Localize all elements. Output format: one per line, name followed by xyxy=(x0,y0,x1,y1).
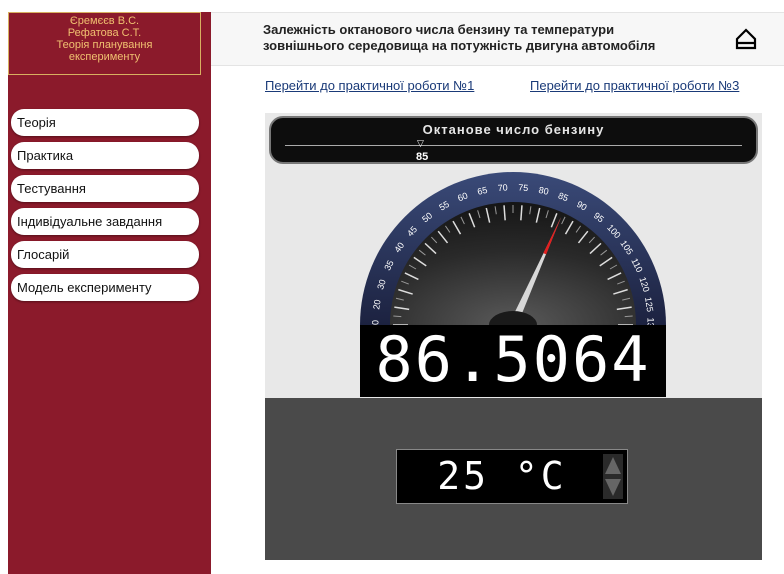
gauge-area: 1020303540455055606570758085909510010511… xyxy=(265,113,762,398)
gauge-tick-label: 20 xyxy=(371,299,382,310)
page-title: Залежність октанового числа бензину та т… xyxy=(263,22,655,54)
author-info: Єремєєв В.С. Рефатова С.Т. Теорія планув… xyxy=(8,12,201,75)
octane-slider-value: 85 xyxy=(416,151,429,163)
octane-slider[interactable]: Октанове число бензину ▽ 85 xyxy=(269,116,758,164)
gauge-tick-label: 70 xyxy=(497,182,508,193)
temperature-value: 25 °C xyxy=(437,454,567,498)
chevron-up-icon xyxy=(605,457,621,474)
sidebar-nav: Теорія Практика Тестування Індивідуальне… xyxy=(11,109,199,307)
power-display-value: 86.5064 xyxy=(375,323,651,396)
octane-slider-title: Октанове число бензину xyxy=(422,122,605,137)
power-display: 86.5064 xyxy=(360,323,666,397)
sidebar-item-theory[interactable]: Теорія xyxy=(11,109,199,136)
gauge-minor-tick xyxy=(624,315,633,318)
home-icon[interactable] xyxy=(734,27,758,51)
author-line-3: Теорія планування xyxy=(56,39,153,51)
link-practical-1[interactable]: Перейти до практичної роботи №1 xyxy=(265,78,474,93)
sidebar-item-individual-task[interactable]: Індивідуальне завдання xyxy=(11,208,199,235)
temperature-area: 25 °C xyxy=(265,398,762,560)
octane-slider-track[interactable] xyxy=(285,145,742,146)
sidebar-item-practice[interactable]: Практика xyxy=(11,142,199,169)
gauge-minor-tick xyxy=(393,315,402,318)
experiment-panel: 1020303540455055606570758085909510010511… xyxy=(265,113,762,560)
gauge-tick-label: 75 xyxy=(518,182,529,193)
author-line-2: Рефатова С.Т. xyxy=(67,27,142,39)
temperature-stepper[interactable]: 25 °C xyxy=(396,449,628,504)
author-line-4: експерименту xyxy=(68,51,141,63)
sidebar-item-experiment-model[interactable]: Модель експерименту xyxy=(11,274,199,301)
page-title-line-2: зовнішнього середовища на потужність дви… xyxy=(263,38,656,53)
temperature-stepper-buttons[interactable] xyxy=(603,454,623,499)
page-title-line-1: Залежність октанового числа бензину та т… xyxy=(263,22,615,37)
sidebar-item-testing[interactable]: Тестування xyxy=(11,175,199,202)
author-line-1: Єремєєв В.С. xyxy=(69,15,140,27)
sidebar: Єремєєв В.С. Рефатова С.Т. Теорія планув… xyxy=(8,12,211,574)
sidebar-item-glossary[interactable]: Глосарій xyxy=(11,241,199,268)
slider-thumb-icon[interactable]: ▽ xyxy=(417,138,424,149)
link-practical-3[interactable]: Перейти до практичної роботи №3 xyxy=(530,78,739,93)
page-header: Залежність октанового числа бензину та т… xyxy=(211,12,784,66)
chevron-down-icon xyxy=(605,479,621,496)
